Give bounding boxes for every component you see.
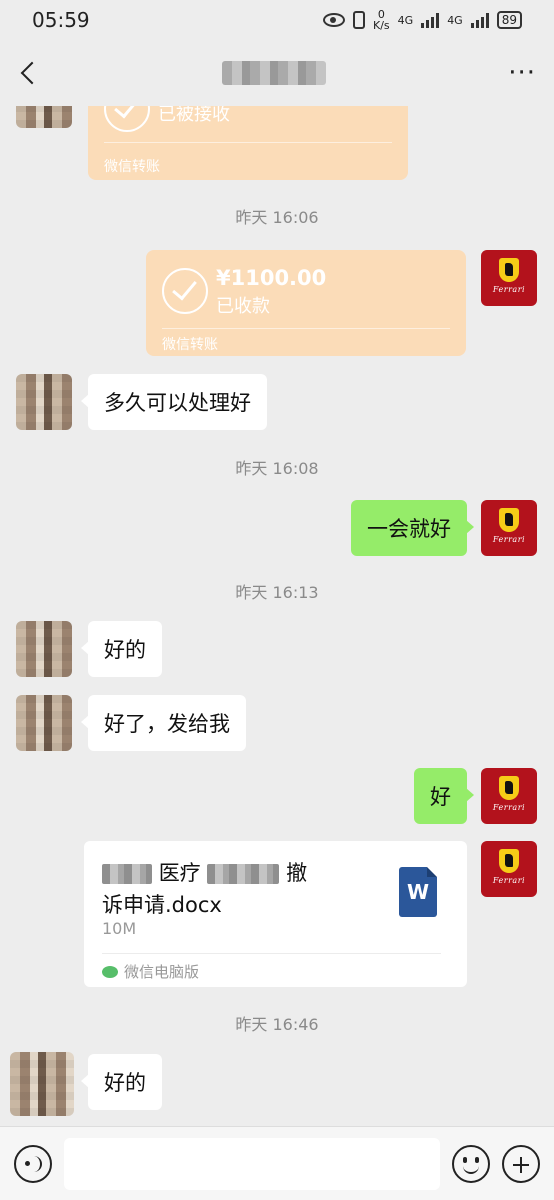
- transfer-status: 已被接收: [158, 106, 230, 125]
- voice-icon[interactable]: [14, 1144, 52, 1183]
- ferrari-logo-icon: [499, 508, 519, 532]
- transfer-card-received[interactable]: 已被接收 微信转账: [88, 106, 408, 180]
- timestamp: 昨天 16:46: [235, 1015, 319, 1034]
- transfer-footer: 微信转账: [104, 159, 160, 175]
- network-speed: 0 K/s: [373, 9, 390, 31]
- ferrari-wordmark: Ferrari: [492, 285, 526, 294]
- redacted-text: [207, 864, 280, 884]
- ferrari-logo-icon: [499, 258, 519, 282]
- status-icons: 0 K/s 4G 4G 89: [323, 9, 522, 31]
- word-document-icon: W: [399, 867, 437, 917]
- transfer-footer: 微信转账: [162, 337, 218, 353]
- signal-label-1: 4G: [397, 13, 414, 27]
- ferrari-logo-icon: [499, 849, 519, 873]
- message-bubble-outgoing[interactable]: 一会就好: [351, 500, 474, 556]
- signal-label-2: 4G: [447, 13, 463, 27]
- file-name-part: 撤: [286, 861, 308, 885]
- message-bubble-incoming[interactable]: 好的: [81, 621, 162, 677]
- self-avatar[interactable]: Ferrari: [481, 500, 537, 556]
- more-icon[interactable]: ···: [508, 60, 536, 86]
- chat-title-redacted: [222, 61, 327, 85]
- contact-avatar[interactable]: [16, 621, 72, 677]
- file-name: 医疗 撤 诉申请.docx: [102, 857, 374, 921]
- chat-header: ···: [0, 40, 554, 106]
- contact-avatar[interactable]: [16, 106, 72, 128]
- redacted-text: [102, 864, 152, 884]
- file-name-part: 诉申请.docx: [102, 893, 222, 917]
- contact-avatar[interactable]: [10, 1052, 74, 1116]
- status-time: 05:59: [32, 8, 90, 32]
- message-bubble-incoming[interactable]: 好的: [81, 1054, 162, 1110]
- timestamp: 昨天 16:08: [235, 459, 319, 478]
- emoji-icon[interactable]: [452, 1144, 490, 1183]
- wechat-icon: [102, 965, 118, 978]
- signal-icon: [470, 12, 489, 28]
- ferrari-wordmark: Ferrari: [492, 803, 526, 812]
- back-icon[interactable]: [18, 62, 40, 84]
- transfer-status: 已收款: [216, 296, 270, 317]
- self-avatar[interactable]: Ferrari: [481, 768, 537, 824]
- transfer-divider: [104, 142, 392, 143]
- file-size: 10M: [102, 919, 137, 938]
- vibrate-icon: [353, 11, 365, 29]
- battery-icon: 89: [496, 11, 522, 29]
- timestamp: 昨天 16:13: [235, 583, 319, 602]
- file-source: 微信电脑版: [102, 961, 199, 982]
- check-circle-icon: [104, 106, 150, 132]
- ferrari-logo-icon: [499, 776, 519, 800]
- self-avatar[interactable]: Ferrari: [481, 841, 537, 897]
- file-divider: [102, 953, 441, 954]
- message-input[interactable]: [64, 1137, 440, 1190]
- status-bar: 05:59 0 K/s 4G 4G 89: [0, 0, 554, 40]
- self-avatar[interactable]: Ferrari: [481, 250, 537, 306]
- message-bubble-incoming[interactable]: 好了，发给我: [81, 695, 246, 751]
- ferrari-wordmark: Ferrari: [492, 535, 526, 544]
- contact-avatar[interactable]: [16, 695, 72, 751]
- message-bubble-incoming[interactable]: 多久可以处理好: [81, 374, 267, 430]
- network-speed-unit: K/s: [373, 19, 390, 32]
- signal-icon: [421, 12, 440, 28]
- contact-avatar[interactable]: [16, 374, 72, 430]
- transfer-card-collected[interactable]: ¥1100.00 已收款 微信转账: [146, 250, 466, 356]
- file-source-label: 微信电脑版: [124, 963, 200, 981]
- timestamp: 昨天 16:06: [235, 208, 319, 227]
- transfer-divider: [162, 328, 450, 329]
- message-bubble-outgoing[interactable]: 好: [414, 768, 474, 824]
- file-message-card[interactable]: 医疗 撤 诉申请.docx 10M W 微信电脑版: [84, 841, 467, 987]
- file-name-part: 医疗: [158, 861, 201, 885]
- eye-icon: [323, 13, 345, 27]
- plus-icon[interactable]: [502, 1144, 540, 1183]
- check-circle-icon: [162, 268, 208, 314]
- transfer-amount: ¥1100.00: [216, 266, 327, 290]
- ferrari-wordmark: Ferrari: [492, 876, 526, 885]
- chat-area[interactable]: 已被接收 微信转账 昨天 16:06 ¥1100.00 已收款 微信转账 Fer…: [0, 106, 554, 1126]
- input-bar: [0, 1126, 554, 1200]
